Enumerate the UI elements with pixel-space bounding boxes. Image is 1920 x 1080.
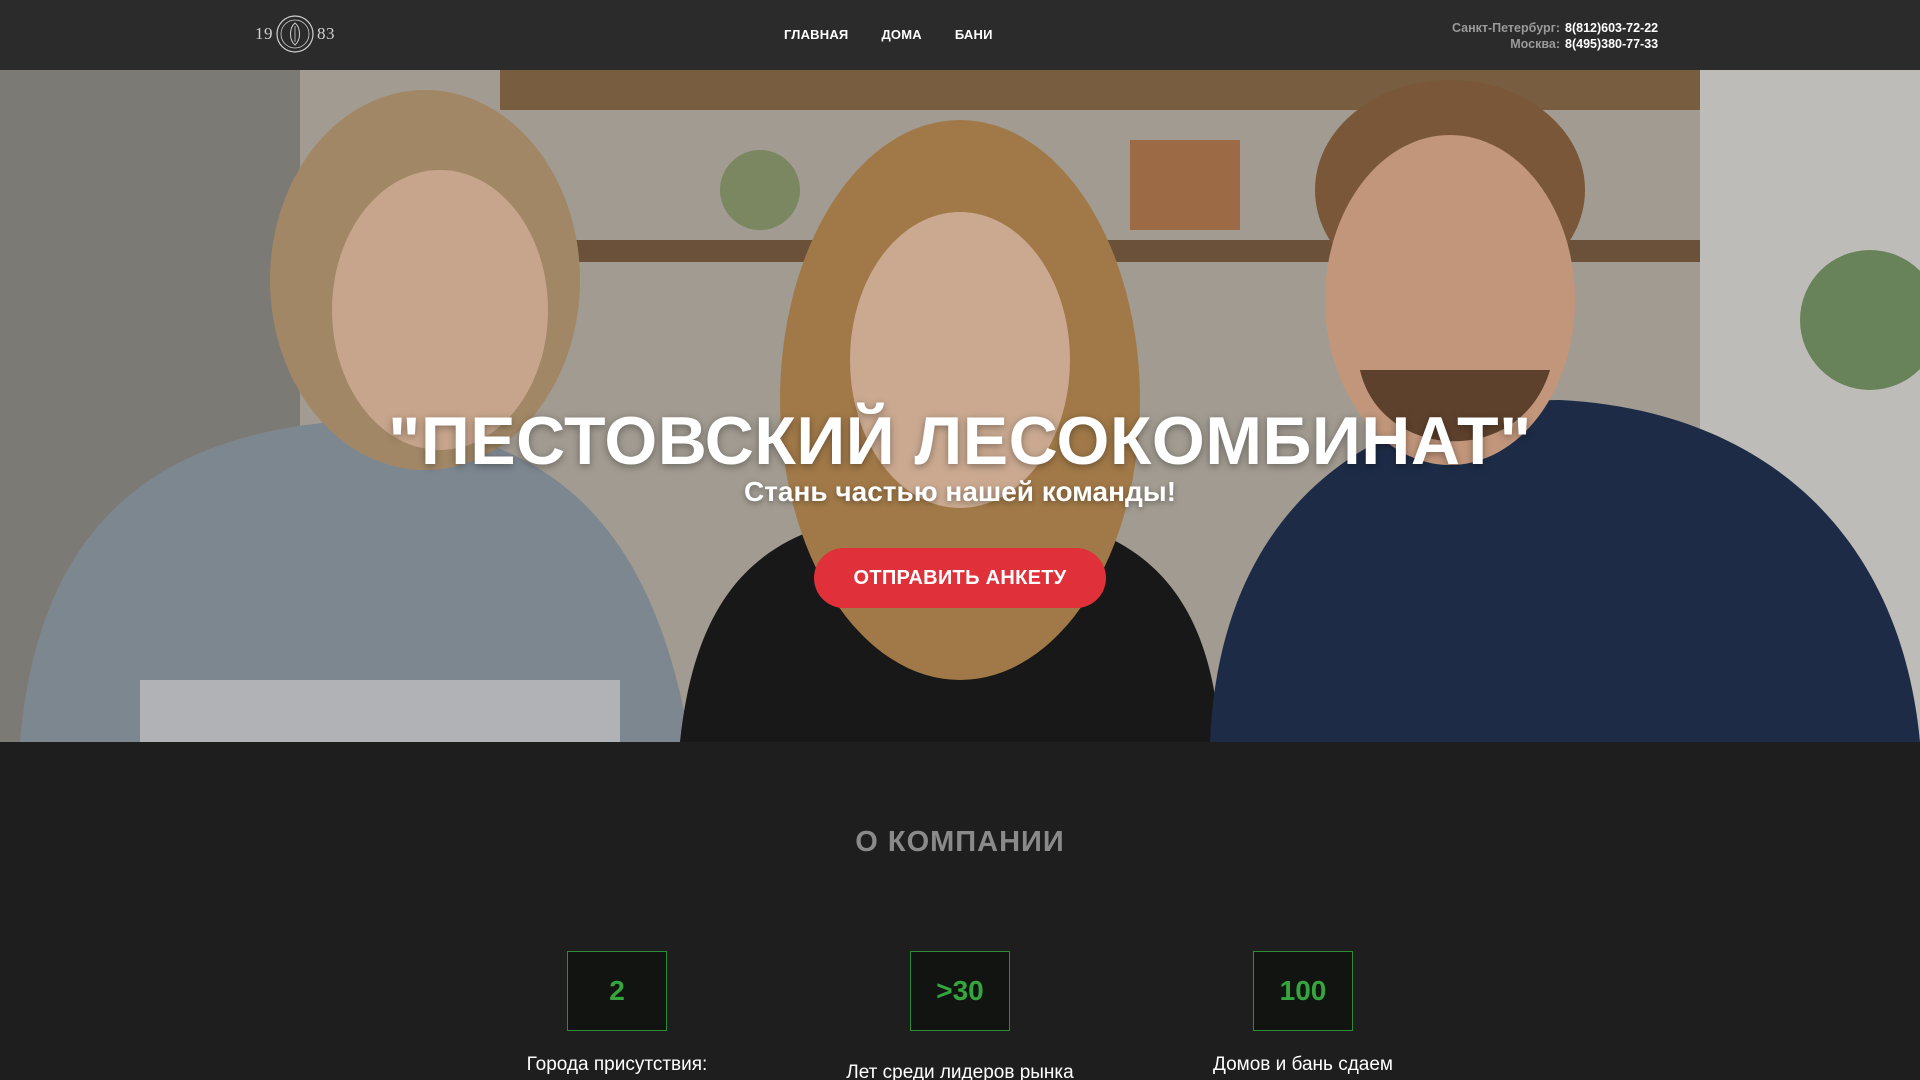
stat-cities: 2 Города присутствия:: [447, 951, 787, 1077]
hero-title: "ПЕСТОВСКИЙ ЛЕСОКОМБИНАТ": [388, 403, 1532, 479]
contact-city: Санкт-Петербург:: [1451, 21, 1560, 35]
stat-label: Домов и бань сдаем: [1212, 1054, 1393, 1075]
contact-row-spb: Санкт-Петербург: 8(812)603-72-22: [1452, 20, 1665, 36]
stat-value: 2: [567, 951, 667, 1031]
site-header: 19 83 ГЛАВНАЯ ДОМА БАНИ Санкт-Петербург:…: [0, 0, 1920, 70]
contact-phone[interactable]: 8(812)603-72-22: [1565, 20, 1665, 36]
nav-item-home[interactable]: ГЛАВНАЯ: [784, 27, 848, 42]
stat-label: Лет среди лидеров рынка: [846, 1062, 1074, 1080]
stat-value: >30: [910, 951, 1010, 1031]
stat-label: Города присутствия:: [526, 1054, 708, 1075]
logo-year-right: 83: [317, 24, 335, 43]
logo-year-left: 19: [255, 24, 273, 43]
about-title: О КОМПАНИИ: [855, 826, 1065, 858]
stat-value: 100: [1253, 951, 1353, 1031]
crest-icon: [276, 15, 314, 53]
contact-city: Москва:: [1510, 37, 1560, 51]
contact-phone[interactable]: 8(495)380-77-33: [1565, 36, 1665, 52]
contacts: Санкт-Петербург: 8(812)603-72-22 Москва:…: [1452, 20, 1665, 52]
nav-item-baths[interactable]: БАНИ: [955, 27, 993, 42]
hero-subtitle: Стань частью нашей команды!: [743, 476, 1177, 507]
nav-item-houses[interactable]: ДОМА: [881, 27, 921, 42]
send-application-button[interactable]: ОТПРАВИТЬ АНКЕТУ: [814, 548, 1106, 608]
main-nav: ГЛАВНАЯ ДОМА БАНИ: [784, 27, 993, 42]
stat-years: >30 Лет среди лидеров рынка: [790, 951, 1130, 1080]
hero-section: "ПЕСТОВСКИЙ ЛЕСОКОМБИНАТ" Стань частью н…: [0, 70, 1920, 742]
stat-houses: 100 Домов и бань сдаем: [1133, 951, 1473, 1077]
contact-row-msk: Москва: 8(495)380-77-33: [1452, 36, 1665, 52]
logo[interactable]: 19 83: [255, 12, 335, 56]
